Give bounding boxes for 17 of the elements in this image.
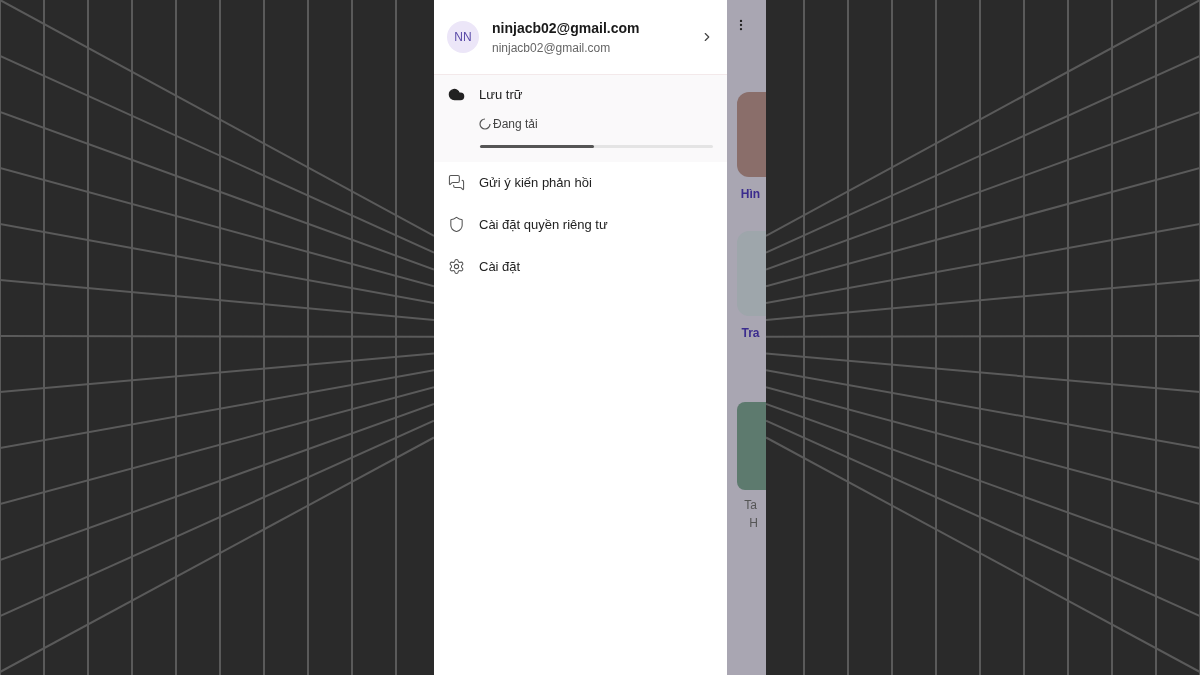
category-label: Hìn: [740, 186, 761, 203]
category-label: Tra: [741, 325, 760, 342]
menu-item[interactable]: Cài đặt: [434, 245, 727, 288]
account-name: ninjacb02@gmail.com: [492, 18, 641, 38]
feedback-icon: [448, 174, 465, 191]
avatar: NN: [447, 21, 479, 53]
settings-icon: [448, 258, 465, 275]
account-email: ninjacb02@gmail.com: [492, 39, 612, 57]
loading-status: Đang tải: [493, 115, 538, 133]
category-label: H: [749, 515, 758, 532]
storage-label: Lưu trữ: [479, 86, 523, 104]
storage-panel[interactable]: Lưu trữ Đang tải: [434, 75, 727, 162]
menu-item[interactable]: Gửi ý kiến phản hồi: [434, 161, 727, 204]
menu-item[interactable]: Cài đặt quyền riêng tư: [434, 203, 727, 246]
category-label: Ta: [744, 497, 757, 514]
spinner-icon: [479, 117, 491, 130]
privacy-icon: [448, 216, 465, 233]
